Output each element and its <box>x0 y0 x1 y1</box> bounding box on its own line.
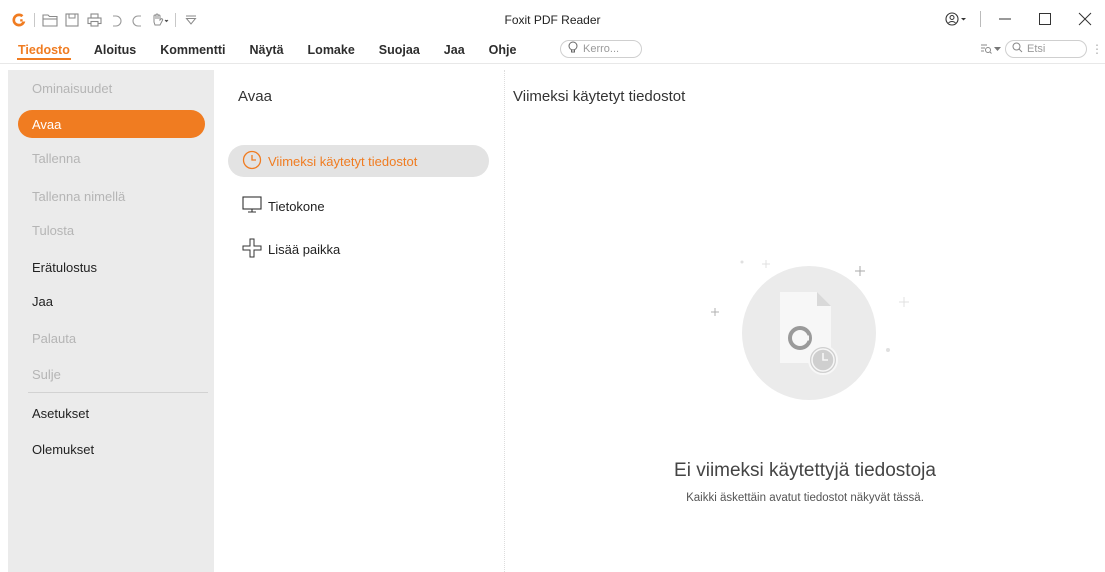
tab-kommentti[interactable]: Kommentti <box>148 37 237 63</box>
minimize-button[interactable] <box>985 6 1025 32</box>
titlebar-divider <box>980 11 981 27</box>
maximize-button[interactable] <box>1025 6 1065 32</box>
location-recent-files[interactable]: Viimeksi käytetyt tiedostot <box>228 145 489 177</box>
sidebar-item-tulosta: Tulosta <box>32 222 75 238</box>
sidebar-item-tallenna-nimellä: Tallenna nimellä <box>32 188 126 204</box>
tab-tiedosto[interactable]: Tiedosto <box>6 37 82 63</box>
tell-me-placeholder: Kerro... <box>583 43 620 55</box>
add-place-icon <box>242 238 262 261</box>
open-panel-heading: Avaa <box>238 88 272 105</box>
tell-me-box[interactable]: Kerro... <box>560 40 642 58</box>
location-add-place[interactable]: Lisää paikka <box>228 233 489 265</box>
computer-icon <box>242 195 262 217</box>
sidebar-item-ominaisuudet: Ominaisuudet <box>32 80 113 96</box>
sidebar-item-palauta: Palauta <box>32 330 77 346</box>
window-controls <box>936 6 1105 32</box>
search-tools: Etsi ⋮ <box>980 40 1103 58</box>
sidebar-item-jaa[interactable]: Jaa <box>18 287 205 315</box>
file-menu-sidebar: Ominaisuudet Avaa Tallenna Tallenna nimellä… <box>8 70 214 572</box>
location-label: Tietokone <box>268 198 325 214</box>
lightbulb-icon <box>567 41 579 57</box>
tab-suojaa[interactable]: Suojaa <box>367 37 432 63</box>
recent-files-panel: Viimeksi käytetyt tiedostot Ei viimeksi … <box>505 70 1105 572</box>
sidebar-item-olemukset[interactable]: Olemukset <box>18 435 205 463</box>
ribbon-tab-bar: Tiedosto Aloitus Kommentti Näytä Lomake Suoja… <box>0 37 1105 64</box>
clock-icon <box>242 150 262 173</box>
search-input[interactable]: Etsi <box>1005 40 1087 58</box>
location-computer[interactable]: Tietokone <box>228 190 489 222</box>
account-icon[interactable] <box>936 6 976 32</box>
sidebar-divider <box>28 392 208 393</box>
empty-state-title: Ei viimeksi käytettyjä tiedostoja <box>674 460 936 481</box>
search-placeholder: Etsi <box>1027 43 1046 55</box>
empty-state-subtitle: Kaikki äskettäin avatut tiedostot näkyvä… <box>686 492 924 504</box>
find-options-icon[interactable] <box>980 43 1001 55</box>
title-bar: Foxit PDF Reader <box>0 0 1105 37</box>
sidebar-item-tallenna: Tallenna <box>32 150 81 166</box>
sidebar-item-asetukset[interactable]: Asetukset <box>18 399 205 427</box>
empty-recent-illustration-icon <box>711 260 909 400</box>
tab-ohje[interactable]: Ohje <box>477 37 529 63</box>
location-label: Lisää paikka <box>268 241 341 257</box>
tab-lomake[interactable]: Lomake <box>296 37 367 63</box>
sidebar-item-avaa[interactable]: Avaa <box>18 110 205 138</box>
more-options-icon[interactable]: ⋮ <box>1091 42 1103 56</box>
sidebar-item-sulje: Sulje <box>32 366 61 382</box>
location-label: Viimeksi käytetyt tiedostot <box>268 153 418 169</box>
close-button[interactable] <box>1065 6 1105 32</box>
recent-files-heading: Viimeksi käytetyt tiedostot <box>513 88 686 105</box>
open-panel: Avaa Viimeksi käytetyt tiedostot Tietoko… <box>214 70 505 572</box>
search-icon <box>1012 42 1023 56</box>
tab-aloitus[interactable]: Aloitus <box>82 37 148 63</box>
tab-jaa[interactable]: Jaa <box>432 37 477 63</box>
tab-näytä[interactable]: Näytä <box>238 37 296 63</box>
sidebar-item-erätulostus[interactable]: Erätulostus <box>18 253 205 281</box>
